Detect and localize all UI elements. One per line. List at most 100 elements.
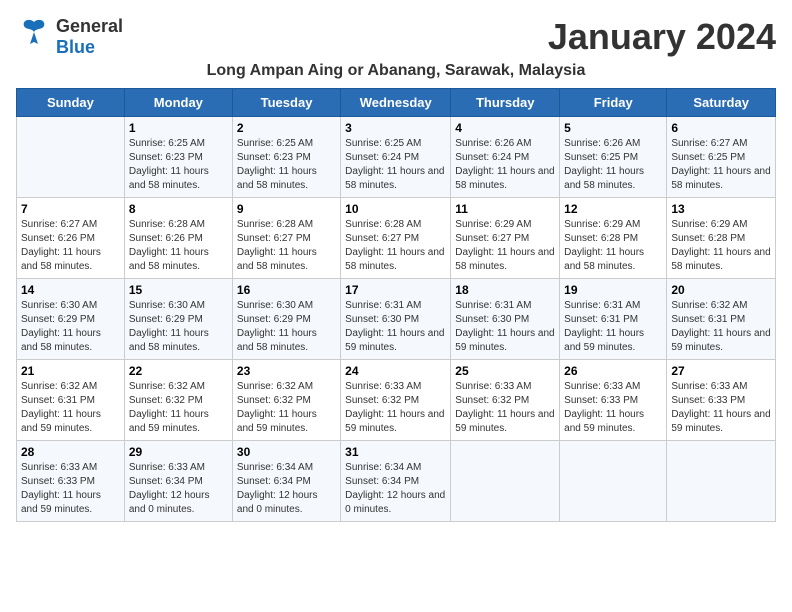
- calendar-cell: 30 Sunrise: 6:34 AM Sunset: 6:34 PM Dayli…: [232, 441, 340, 522]
- calendar-cell: 21 Sunrise: 6:32 AM Sunset: 6:31 PM Dayli…: [17, 360, 125, 441]
- day-info: Sunrise: 6:25 AM Sunset: 6:23 PM Dayligh…: [237, 137, 336, 193]
- day-info: Sunrise: 6:27 AM Sunset: 6:25 PM Dayligh…: [671, 137, 771, 193]
- day-info: Sunrise: 6:33 AM Sunset: 6:34 PM Dayligh…: [129, 461, 228, 517]
- day-number: 23: [237, 364, 336, 378]
- logo-text: General Blue: [56, 16, 123, 58]
- day-number: 12: [564, 202, 662, 216]
- calendar-cell: 5 Sunrise: 6:26 AM Sunset: 6:25 PM Daylig…: [560, 117, 667, 198]
- calendar-cell: 19 Sunrise: 6:31 AM Sunset: 6:31 PM Dayli…: [560, 279, 667, 360]
- day-number: 21: [21, 364, 120, 378]
- weekday-header: Monday: [124, 89, 232, 117]
- day-info: Sunrise: 6:32 AM Sunset: 6:31 PM Dayligh…: [21, 380, 120, 436]
- weekday-header: Friday: [560, 89, 667, 117]
- day-info: Sunrise: 6:28 AM Sunset: 6:27 PM Dayligh…: [237, 218, 336, 274]
- weekday-header: Saturday: [667, 89, 776, 117]
- day-info: Sunrise: 6:31 AM Sunset: 6:30 PM Dayligh…: [345, 299, 446, 355]
- weekday-header: Tuesday: [232, 89, 340, 117]
- day-number: 9: [237, 202, 336, 216]
- weekday-header: Thursday: [451, 89, 560, 117]
- day-number: 10: [345, 202, 446, 216]
- day-info: Sunrise: 6:33 AM Sunset: 6:32 PM Dayligh…: [455, 380, 555, 436]
- day-number: 25: [455, 364, 555, 378]
- day-number: 4: [455, 121, 555, 135]
- day-info: Sunrise: 6:30 AM Sunset: 6:29 PM Dayligh…: [21, 299, 120, 355]
- weekday-header: Sunday: [17, 89, 125, 117]
- calendar-cell: [17, 117, 125, 198]
- calendar-cell: 18Sunrise: 6:31 AM Sunset: 6:30 PM Dayli…: [451, 279, 560, 360]
- day-info: Sunrise: 6:31 AM Sunset: 6:31 PM Dayligh…: [564, 299, 662, 355]
- day-info: Sunrise: 6:30 AM Sunset: 6:29 PM Dayligh…: [237, 299, 336, 355]
- day-info: Sunrise: 6:26 AM Sunset: 6:25 PM Dayligh…: [564, 137, 662, 193]
- day-info: Sunrise: 6:25 AM Sunset: 6:24 PM Dayligh…: [345, 137, 446, 193]
- day-info: Sunrise: 6:33 AM Sunset: 6:33 PM Dayligh…: [564, 380, 662, 436]
- calendar-cell: 10 Sunrise: 6:28 AM Sunset: 6:27 PM Dayli…: [341, 198, 451, 279]
- day-number: 18: [455, 283, 555, 297]
- calendar-cell: 22 Sunrise: 6:32 AM Sunset: 6:32 PM Dayli…: [124, 360, 232, 441]
- calendar-cell: 9 Sunrise: 6:28 AM Sunset: 6:27 PM Daylig…: [232, 198, 340, 279]
- day-info: Sunrise: 6:27 AM Sunset: 6:26 PM Dayligh…: [21, 218, 120, 274]
- day-info: Sunrise: 6:34 AM Sunset: 6:34 PM Dayligh…: [345, 461, 446, 517]
- calendar-cell: [667, 441, 776, 522]
- calendar-cell: [451, 441, 560, 522]
- day-number: 27: [671, 364, 771, 378]
- header: General Blue January 2024: [16, 16, 776, 58]
- calendar-table: SundayMondayTuesdayWednesdayThursdayFrid…: [16, 88, 776, 522]
- calendar-cell: 8Sunrise: 6:28 AM Sunset: 6:26 PM Daylig…: [124, 198, 232, 279]
- calendar-cell: 24 Sunrise: 6:33 AM Sunset: 6:32 PM Dayli…: [341, 360, 451, 441]
- calendar-week-row: 14 Sunrise: 6:30 AM Sunset: 6:29 PM Dayli…: [17, 279, 776, 360]
- calendar-week-row: 1 Sunrise: 6:25 AM Sunset: 6:23 PM Daylig…: [17, 117, 776, 198]
- day-number: 22: [129, 364, 228, 378]
- calendar-cell: 25 Sunrise: 6:33 AM Sunset: 6:32 PM Dayli…: [451, 360, 560, 441]
- calendar-cell: 13 Sunrise: 6:29 AM Sunset: 6:28 PM Dayli…: [667, 198, 776, 279]
- calendar-cell: 26Sunrise: 6:33 AM Sunset: 6:33 PM Dayli…: [560, 360, 667, 441]
- header-row: SundayMondayTuesdayWednesdayThursdayFrid…: [17, 89, 776, 117]
- calendar-cell: 11 Sunrise: 6:29 AM Sunset: 6:27 PM Dayli…: [451, 198, 560, 279]
- day-number: 7: [21, 202, 120, 216]
- day-info: Sunrise: 6:28 AM Sunset: 6:27 PM Dayligh…: [345, 218, 446, 274]
- day-info: Sunrise: 6:29 AM Sunset: 6:28 PM Dayligh…: [671, 218, 771, 274]
- day-info: Sunrise: 6:29 AM Sunset: 6:27 PM Dayligh…: [455, 218, 555, 274]
- calendar-week-row: 7 Sunrise: 6:27 AM Sunset: 6:26 PM Daylig…: [17, 198, 776, 279]
- logo-blue: Blue: [56, 37, 95, 57]
- day-info: Sunrise: 6:32 AM Sunset: 6:32 PM Dayligh…: [129, 380, 228, 436]
- day-info: Sunrise: 6:32 AM Sunset: 6:32 PM Dayligh…: [237, 380, 336, 436]
- day-number: 13: [671, 202, 771, 216]
- day-number: 2: [237, 121, 336, 135]
- calendar-cell: 7 Sunrise: 6:27 AM Sunset: 6:26 PM Daylig…: [17, 198, 125, 279]
- day-info: Sunrise: 6:33 AM Sunset: 6:33 PM Dayligh…: [671, 380, 771, 436]
- day-info: Sunrise: 6:25 AM Sunset: 6:23 PM Dayligh…: [129, 137, 228, 193]
- day-number: 16: [237, 283, 336, 297]
- calendar-week-row: 28 Sunrise: 6:33 AM Sunset: 6:33 PM Dayli…: [17, 441, 776, 522]
- day-info: Sunrise: 6:30 AM Sunset: 6:29 PM Dayligh…: [129, 299, 228, 355]
- day-info: Sunrise: 6:33 AM Sunset: 6:33 PM Dayligh…: [21, 461, 120, 517]
- calendar-cell: 23 Sunrise: 6:32 AM Sunset: 6:32 PM Dayli…: [232, 360, 340, 441]
- day-number: 24: [345, 364, 446, 378]
- day-info: Sunrise: 6:34 AM Sunset: 6:34 PM Dayligh…: [237, 461, 336, 517]
- calendar-cell: 28 Sunrise: 6:33 AM Sunset: 6:33 PM Dayli…: [17, 441, 125, 522]
- day-number: 28: [21, 445, 120, 459]
- month-title: January 2024: [548, 16, 776, 58]
- day-number: 30: [237, 445, 336, 459]
- calendar-cell: 3 Sunrise: 6:25 AM Sunset: 6:24 PM Daylig…: [341, 117, 451, 198]
- day-number: 3: [345, 121, 446, 135]
- day-number: 1: [129, 121, 228, 135]
- calendar-cell: 20Sunrise: 6:32 AM Sunset: 6:31 PM Dayli…: [667, 279, 776, 360]
- calendar-cell: 16 Sunrise: 6:30 AM Sunset: 6:29 PM Dayli…: [232, 279, 340, 360]
- logo: General Blue: [16, 16, 123, 58]
- day-info: Sunrise: 6:32 AM Sunset: 6:31 PM Dayligh…: [671, 299, 771, 355]
- day-info: Sunrise: 6:29 AM Sunset: 6:28 PM Dayligh…: [564, 218, 662, 274]
- calendar-cell: 15Sunrise: 6:30 AM Sunset: 6:29 PM Dayli…: [124, 279, 232, 360]
- day-number: 31: [345, 445, 446, 459]
- day-info: Sunrise: 6:33 AM Sunset: 6:32 PM Dayligh…: [345, 380, 446, 436]
- logo-bird-icon: [16, 16, 52, 58]
- day-info: Sunrise: 6:28 AM Sunset: 6:26 PM Dayligh…: [129, 218, 228, 274]
- calendar-cell: 2 Sunrise: 6:25 AM Sunset: 6:23 PM Daylig…: [232, 117, 340, 198]
- day-number: 11: [455, 202, 555, 216]
- day-number: 14: [21, 283, 120, 297]
- calendar-cell: 29Sunrise: 6:33 AM Sunset: 6:34 PM Dayli…: [124, 441, 232, 522]
- calendar-cell: 6 Sunrise: 6:27 AM Sunset: 6:25 PM Daylig…: [667, 117, 776, 198]
- day-number: 19: [564, 283, 662, 297]
- calendar-header: SundayMondayTuesdayWednesdayThursdayFrid…: [17, 89, 776, 117]
- day-number: 5: [564, 121, 662, 135]
- day-number: 6: [671, 121, 771, 135]
